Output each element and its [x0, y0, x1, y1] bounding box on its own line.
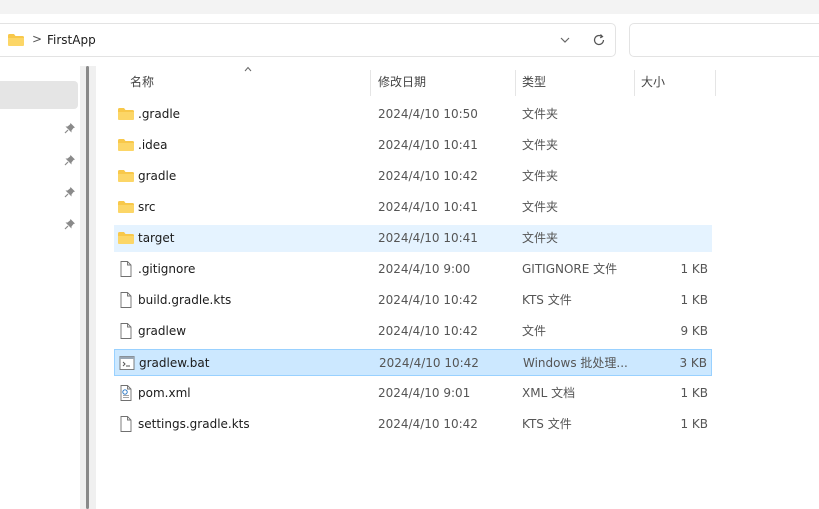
- file-type: XML 文档: [522, 386, 576, 400]
- file-icon: [118, 292, 134, 308]
- file-name: settings.gradle.kts: [138, 417, 250, 431]
- file-name: .gradle: [138, 107, 181, 121]
- chevron-down-icon[interactable]: [557, 33, 573, 47]
- file-icon: [118, 261, 134, 277]
- address-bar[interactable]: > FirstApp: [0, 23, 616, 57]
- file-date-modified: 2024/4/10 10:42: [378, 169, 478, 183]
- file-type: 文件夹: [522, 200, 559, 214]
- column-header: 名称 修改日期 类型 大小: [114, 66, 716, 96]
- file-row[interactable]: src 2024/4/10 10:41 文件夹: [114, 194, 712, 221]
- file-date-modified: 2024/4/10 10:42: [378, 324, 478, 338]
- breadcrumb-separator: >: [32, 32, 43, 46]
- file-size: 9 KB: [680, 324, 708, 338]
- file-row[interactable]: pom.xml 2024/4/10 9:01 XML 文档 1 KB: [114, 380, 712, 407]
- file-row[interactable]: gradlew 2024/4/10 10:42 文件 9 KB: [114, 318, 712, 345]
- file-name: src: [138, 200, 156, 214]
- file-name: pom.xml: [138, 386, 191, 400]
- column-divider[interactable]: [715, 70, 716, 96]
- column-header-size[interactable]: 大小: [641, 66, 665, 96]
- file-date-modified: 2024/4/10 10:41: [378, 231, 478, 245]
- file-type: 文件夹: [522, 138, 559, 152]
- file-name: gradle: [138, 169, 177, 183]
- folder-icon: [8, 34, 24, 46]
- file-name: .idea: [138, 138, 168, 152]
- file-name: gradlew.bat: [139, 356, 210, 370]
- file-name: .gitignore: [138, 262, 196, 276]
- refresh-icon[interactable]: [591, 32, 607, 48]
- file-date-modified: 2024/4/10 10:42: [378, 417, 478, 431]
- search-input[interactable]: [629, 23, 819, 57]
- file-type: Windows 批处理...: [523, 356, 628, 370]
- file-date-modified: 2024/4/10 9:00: [378, 262, 471, 276]
- file-name: gradlew: [138, 324, 187, 338]
- file-size: 3 KB: [679, 356, 707, 370]
- file-icon: [118, 416, 134, 432]
- file-name: target: [138, 231, 175, 245]
- folder-icon: [118, 137, 134, 153]
- file-icon: [118, 323, 134, 339]
- file-size: 1 KB: [680, 386, 708, 400]
- file-size: 1 KB: [680, 262, 708, 276]
- file-type: 文件夹: [522, 169, 559, 183]
- column-divider[interactable]: [515, 70, 516, 96]
- nav-selected-item[interactable]: [0, 81, 78, 109]
- file-type: 文件夹: [522, 231, 559, 245]
- file-row[interactable]: build.gradle.kts 2024/4/10 10:42 KTS 文件 1 K…: [114, 287, 712, 314]
- file-row[interactable]: gradle 2024/4/10 10:42 文件夹: [114, 163, 712, 190]
- folder-icon: [118, 106, 134, 122]
- file-date-modified: 2024/4/10 10:41: [378, 200, 478, 214]
- file-name: build.gradle.kts: [138, 293, 232, 307]
- file-size: 1 KB: [680, 293, 708, 307]
- column-divider[interactable]: [634, 70, 635, 96]
- file-type: 文件夹: [522, 107, 559, 121]
- column-header-name[interactable]: 名称: [130, 66, 154, 96]
- folder-icon: [118, 199, 134, 215]
- batch-file-icon: [119, 355, 135, 371]
- file-type: KTS 文件: [522, 293, 572, 307]
- file-date-modified: 2024/4/10 10:50: [378, 107, 478, 121]
- file-type: KTS 文件: [522, 417, 572, 431]
- folder-icon: [118, 230, 134, 246]
- file-row[interactable]: .gradle 2024/4/10 10:50 文件夹: [114, 101, 712, 128]
- file-type: 文件: [522, 324, 547, 338]
- file-row[interactable]: gradlew.bat 2024/4/10 10:42 Windows 批处理...…: [114, 349, 712, 376]
- file-date-modified: 2024/4/10 9:01: [378, 386, 471, 400]
- file-date-modified: 2024/4/10 10:41: [378, 138, 478, 152]
- file-size: 1 KB: [680, 417, 708, 431]
- file-row[interactable]: target 2024/4/10 10:41 文件夹: [114, 225, 712, 252]
- xml-file-icon: [118, 385, 134, 401]
- pin-icon[interactable]: [64, 186, 76, 198]
- nav-scrollbar-thumb[interactable]: [86, 66, 89, 509]
- title-bar-strip: [0, 0, 819, 14]
- file-row[interactable]: settings.gradle.kts 2024/4/10 10:42 KTS 文件…: [114, 411, 712, 438]
- breadcrumb-firstapp[interactable]: FirstApp: [47, 33, 96, 47]
- pin-icon[interactable]: [64, 218, 76, 230]
- column-divider[interactable]: [370, 70, 371, 96]
- file-date-modified: 2024/4/10 10:42: [379, 356, 479, 370]
- column-header-date[interactable]: 修改日期: [378, 66, 426, 96]
- file-row[interactable]: .gitignore 2024/4/10 9:00 GITIGNORE 文件 1 KB: [114, 256, 712, 283]
- folder-icon: [118, 168, 134, 184]
- file-row[interactable]: .idea 2024/4/10 10:41 文件夹: [114, 132, 712, 159]
- pin-icon[interactable]: [64, 154, 76, 166]
- file-type: GITIGNORE 文件: [522, 262, 618, 276]
- file-date-modified: 2024/4/10 10:42: [378, 293, 478, 307]
- pin-icon[interactable]: [64, 122, 76, 134]
- column-header-type[interactable]: 类型: [522, 66, 546, 96]
